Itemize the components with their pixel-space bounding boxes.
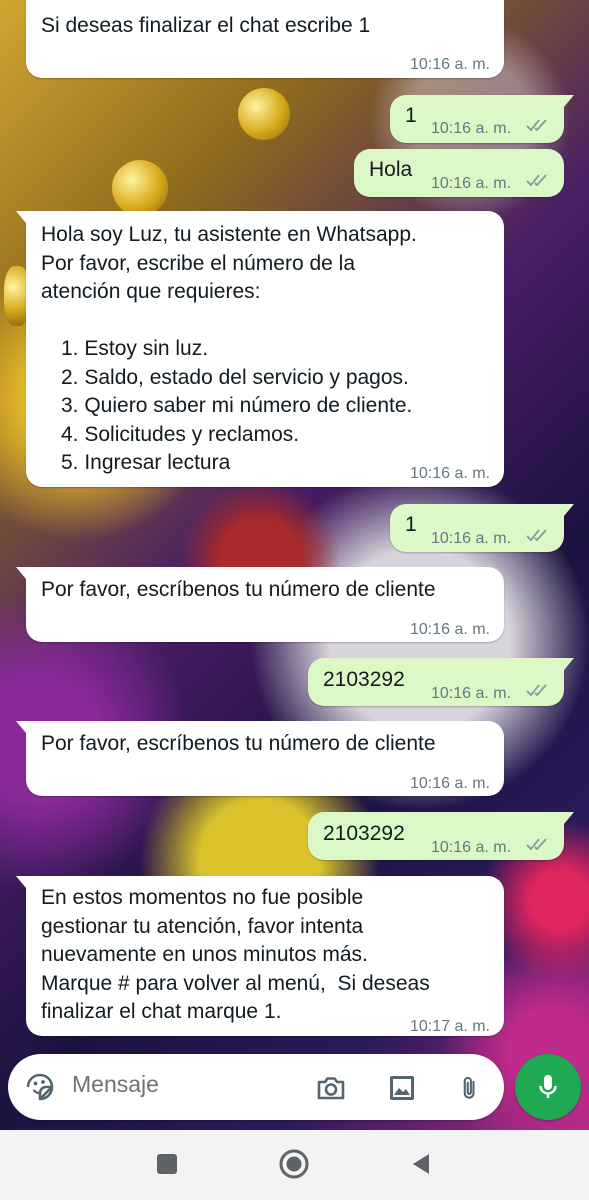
read-ticks-icon <box>526 174 547 187</box>
message-line: En estos momentos no fue posible <box>41 886 364 909</box>
sticker-icon[interactable] <box>24 1071 56 1103</box>
message-time: 10:16 a. m. <box>431 839 512 856</box>
message-line: Marque # para volver al menú, Si deseas <box>41 971 430 995</box>
message-line: finalizar el chat marque 1. <box>41 1000 282 1023</box>
message-time: 10:16 a. m. <box>431 530 512 547</box>
outgoing-message[interactable]: 1 10:16 a. m. <box>390 504 574 552</box>
message-text: Por favor, escríbenos tu número de clien… <box>41 578 436 601</box>
incoming-message[interactable]: Si deseas finalizar el chat escribe 1 10… <box>26 0 504 78</box>
back-icon[interactable] <box>409 1151 433 1177</box>
incoming-message[interactable]: Hola soy Luz, tu asistente en Whatsapp. … <box>16 211 504 487</box>
incoming-message[interactable]: En estos momentos no fue posible gestion… <box>16 876 504 1036</box>
message-text: 2103292 <box>323 822 405 845</box>
attach-icon[interactable] <box>456 1070 484 1106</box>
outgoing-message[interactable]: 2103292 10:16 a. m. <box>308 658 574 706</box>
read-ticks-icon <box>526 119 547 132</box>
camera-icon[interactable] <box>315 1072 347 1104</box>
menu-option: 5. Ingresar lectura <box>61 451 231 474</box>
message-text: Por favor, escríbenos tu número de clien… <box>41 732 436 755</box>
message-time: 10:16 a. m. <box>409 775 490 792</box>
menu-option: 1. Estoy sin luz. <box>61 337 209 360</box>
read-ticks-icon <box>526 529 547 542</box>
message-time: 10:16 a. m. <box>409 56 490 73</box>
message-time: 10:17 a. m. <box>409 1018 490 1035</box>
mic-icon <box>539 1075 557 1098</box>
menu-option: 4. Solicitudes y reclamos. <box>61 422 300 446</box>
message-input[interactable]: Mensaje <box>72 1071 159 1098</box>
message-text: Si deseas finalizar el chat escribe 1 <box>41 14 371 37</box>
menu-option: 2. Saldo, estado del servicio y pagos. <box>61 365 409 389</box>
message-time: 10:16 a. m. <box>431 175 512 192</box>
home-icon[interactable] <box>278 1148 310 1180</box>
message-line: atención que requieres: <box>41 280 261 303</box>
message-line: nuevamente en unos minutos más. <box>41 943 368 966</box>
outgoing-message[interactable]: 2103292 10:16 a. m. <box>308 812 574 860</box>
menu-options-list: 1. Estoy sin luz. 2. Saldo, estado del s… <box>61 335 412 478</box>
read-ticks-icon <box>526 838 547 851</box>
menu-option: 3. Quiero saber mi número de cliente. <box>61 394 413 417</box>
outgoing-message[interactable]: Hola 10:16 a. m. <box>354 149 564 197</box>
message-line: gestionar tu atención, favor intenta <box>41 914 364 938</box>
message-text: 1 <box>405 104 417 127</box>
gallery-icon[interactable] <box>386 1072 418 1104</box>
message-text: Hola <box>369 158 413 181</box>
chat-thread[interactable]: Si deseas finalizar el chat escribe 1 10… <box>0 0 589 1130</box>
message-line: Hola soy Luz, tu asistente en Whatsapp. <box>41 223 417 246</box>
outgoing-message[interactable]: 1 10:16 a. m. <box>390 95 574 143</box>
message-text: 1 <box>405 513 417 536</box>
incoming-message[interactable]: Por favor, escríbenos tu número de clien… <box>16 567 504 642</box>
message-text: 2103292 <box>323 668 405 691</box>
read-ticks-icon <box>526 684 547 697</box>
message-time: 10:16 a. m. <box>409 465 490 482</box>
recents-icon[interactable] <box>155 1152 179 1176</box>
message-time: 10:16 a. m. <box>431 685 512 702</box>
message-time: 10:16 a. m. <box>431 120 512 137</box>
message-time: 10:16 a. m. <box>409 621 490 638</box>
incoming-message[interactable]: Por favor, escríbenos tu número de clien… <box>16 721 504 796</box>
message-line: Por favor, escribe el número de la <box>41 251 355 275</box>
